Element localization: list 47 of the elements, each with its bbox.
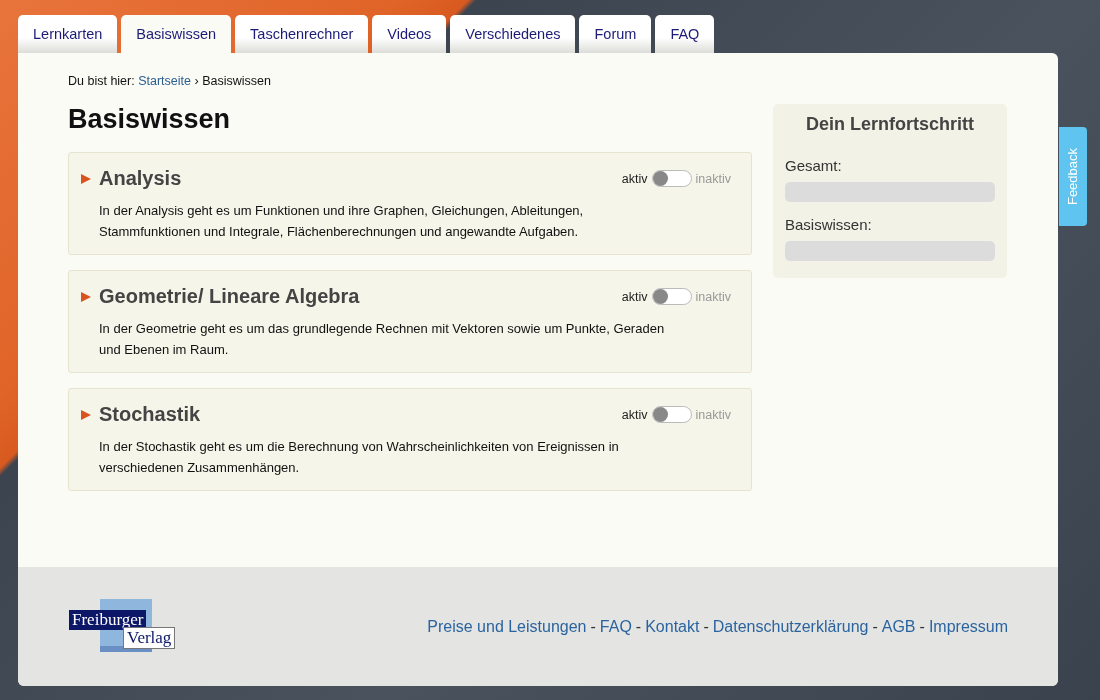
toggle-label: aktiv	[621, 289, 648, 304]
toggle-switch[interactable]	[651, 170, 692, 187]
topic-title[interactable]: Stochastik	[99, 403, 622, 426]
link-separator: -	[919, 617, 925, 636]
link-separator: -	[872, 617, 878, 636]
topic-title[interactable]: Analysis	[99, 167, 622, 190]
toggle-label: inaktiv	[695, 407, 731, 422]
logo-text: Verlag	[123, 626, 176, 649]
nav-tab[interactable]: Lernkarten	[18, 15, 118, 53]
toggle-switch[interactable]	[651, 288, 692, 305]
toggle-thumb[interactable]	[652, 171, 668, 186]
page-title: Basiswissen	[68, 104, 232, 135]
link-separator: -	[703, 617, 709, 636]
link-separator: -	[590, 617, 596, 636]
footer-link[interactable]: FAQ	[599, 617, 632, 636]
topic-description: In der Geometrie geht es um das grundlegende Rechnen mit Vektoren sowie um Punkte, Geraden und Ebenen im Raum.	[99, 320, 666, 359]
footer-link[interactable]: Datenschutzerklärung	[712, 617, 869, 636]
toggle-thumb[interactable]	[652, 407, 668, 422]
toggle-label: inaktiv	[695, 171, 731, 186]
footer-link[interactable]: Preise und Leistungen	[427, 617, 587, 636]
nav-tab[interactable]: Forum	[579, 15, 652, 53]
toggle-switch[interactable]	[651, 406, 692, 423]
breadcrumb: Du bist hier: Startseite › Basiswissen	[68, 74, 272, 88]
nav-tab[interactable]: Basiswissen	[121, 15, 232, 53]
footer-link[interactable]: Kontakt	[645, 617, 700, 636]
progress-label: Basiswissen:	[785, 216, 873, 233]
link-separator: -	[635, 617, 642, 636]
footer-link[interactable]: Impressum	[928, 617, 1008, 636]
progress-label: Gesamt:	[785, 157, 843, 174]
toggle-label: aktiv	[621, 407, 648, 422]
expand-triangle-icon[interactable]	[81, 291, 91, 302]
expand-triangle-icon[interactable]	[81, 409, 91, 420]
logo-text: Freiburger	[69, 609, 147, 630]
breadcrumb-link[interactable]: Startseite	[138, 74, 191, 88]
toggle-label: aktiv	[621, 171, 648, 186]
toggle-label: inaktiv	[695, 289, 731, 304]
nav-tab[interactable]: Taschenrechner	[235, 15, 369, 53]
expand-triangle-icon[interactable]	[81, 173, 91, 184]
topic-description: In der Analysis geht es um Funktionen und ihre Graphen, Gleichungen, Ableitungen, Stammfunktionen und Integrale, Flächenberechnungen und angewandte Aufgaben.	[99, 202, 585, 241]
footer-link[interactable]: AGB	[881, 617, 916, 636]
toggle-thumb[interactable]	[652, 289, 668, 304]
nav-tab[interactable]: FAQ	[655, 15, 715, 53]
topic-description: In der Stochastik geht es um die Berechnung von Wahrscheinlichkeiten von Ereignissen in verschiedenen Zusammenhängen.	[99, 438, 620, 477]
nav-tab[interactable]: Verschiedenes	[450, 15, 576, 53]
nav-tab[interactable]: Videos	[372, 15, 447, 53]
topic-title[interactable]: Geometrie/ Lineare Algebra	[99, 285, 622, 308]
progress-title: Dein Lernfortschritt	[805, 114, 975, 135]
